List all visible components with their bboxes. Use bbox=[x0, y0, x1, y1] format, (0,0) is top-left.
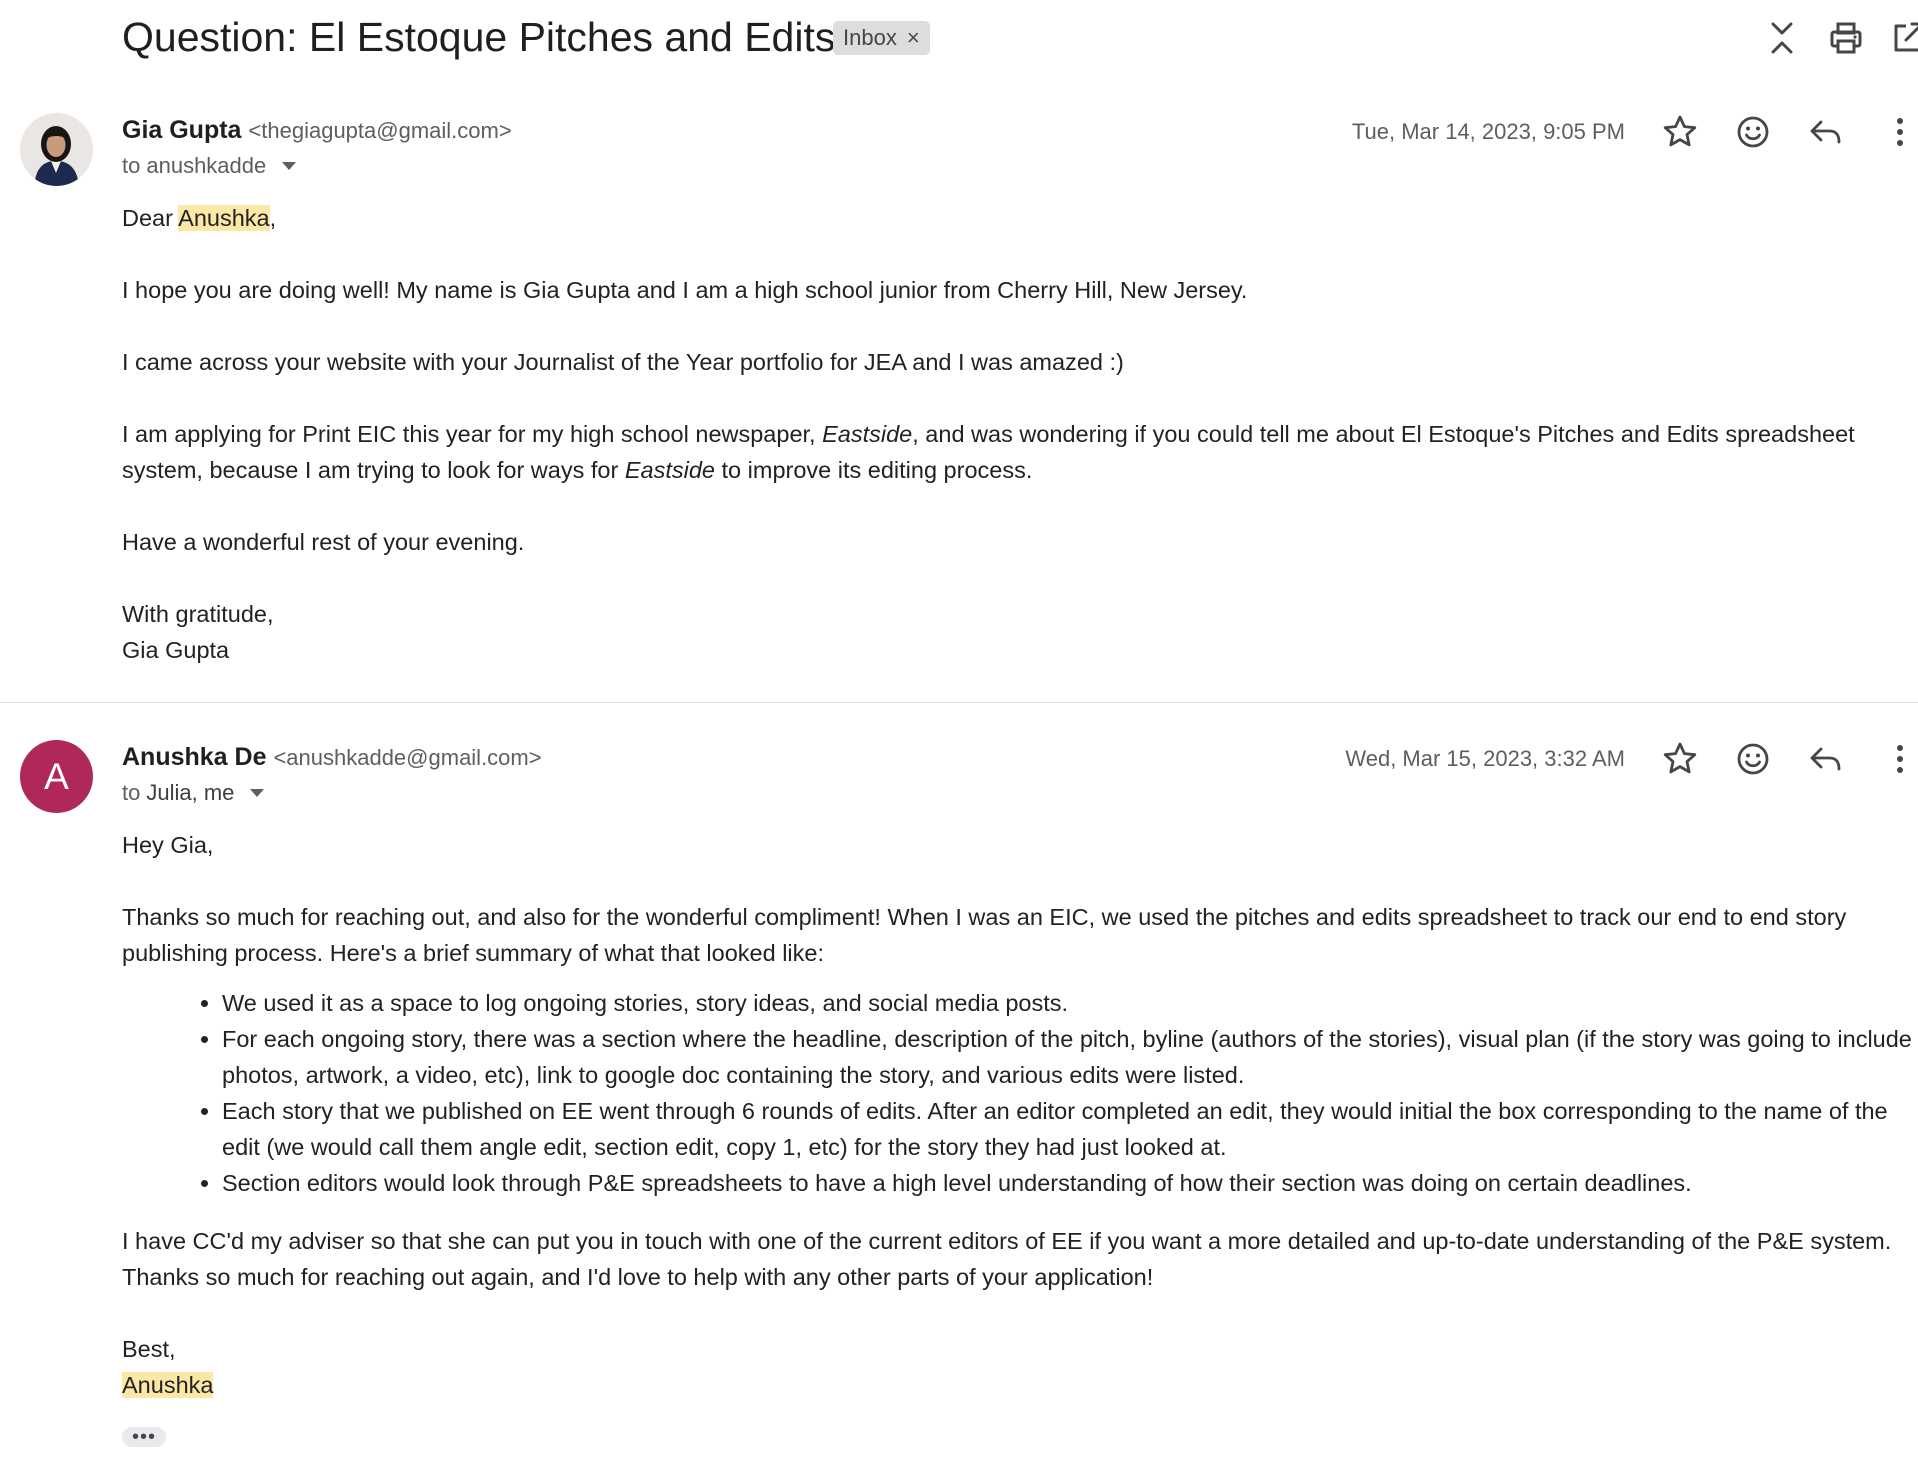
reply-icon[interactable] bbox=[1806, 112, 1846, 152]
reply-icon[interactable] bbox=[1806, 739, 1846, 779]
sender-line: Anushka De <anushkadde@gmail.com> bbox=[122, 741, 542, 774]
recipients: anushkadde bbox=[146, 153, 267, 178]
highlighted-name: Anushka bbox=[122, 1372, 214, 1398]
paragraph: I came across your website with your Jou… bbox=[122, 349, 1124, 375]
list-item: Each story that we published on EE went … bbox=[222, 1093, 1917, 1165]
avatar[interactable]: A bbox=[20, 740, 93, 813]
paragraph: Have a wonderful rest of your evening. bbox=[122, 529, 525, 555]
more-options-icon[interactable] bbox=[1880, 739, 1918, 779]
paragraph: I am applying for Print EIC this year fo… bbox=[122, 421, 1855, 483]
list-item: For each ongoing story, there was a sect… bbox=[222, 1021, 1917, 1093]
paragraph: Thanks so much for reaching out, and als… bbox=[122, 904, 1847, 966]
more-options-icon[interactable] bbox=[1880, 112, 1918, 152]
sender-name[interactable]: Anushka De bbox=[122, 743, 266, 771]
highlighted-name: Anushka bbox=[178, 205, 270, 231]
list-item: We used it as a space to log ongoing sto… bbox=[222, 985, 1917, 1021]
paragraph: I hope you are doing well! My name is Gi… bbox=[122, 277, 1248, 303]
show-details-icon[interactable] bbox=[282, 162, 297, 170]
label-text: Inbox bbox=[843, 25, 897, 50]
thread-subject: Question: El Estoque Pitches and Edits bbox=[122, 14, 836, 60]
thread-header: Question: El Estoque Pitches and Edits I… bbox=[0, 0, 1918, 80]
add-reaction-icon[interactable] bbox=[1733, 112, 1773, 152]
sender-email: <anushkadde@gmail.com> bbox=[273, 745, 542, 770]
email-thread: Question: El Estoque Pitches and Edits I… bbox=[0, 0, 1918, 1474]
add-reaction-icon[interactable] bbox=[1733, 739, 1773, 779]
inbox-label-chip[interactable]: Inbox × bbox=[833, 21, 930, 55]
star-icon[interactable] bbox=[1660, 739, 1700, 779]
collapse-all-icon[interactable] bbox=[1762, 18, 1802, 58]
bullet-list: We used it as a space to log ongoing sto… bbox=[122, 985, 1917, 1201]
message-body: Hey Gia, Thanks so much for reaching out… bbox=[122, 827, 1917, 1453]
message-divider bbox=[0, 702, 1918, 703]
greeting: Hey Gia, bbox=[122, 832, 214, 858]
sign-off: With gratitude, Gia Gupta bbox=[122, 601, 274, 663]
recipients-line[interactable]: to anushkadde bbox=[122, 152, 297, 180]
message-body: Dear Anushka, I hope you are doing well!… bbox=[122, 200, 1917, 668]
avatar[interactable] bbox=[20, 113, 93, 186]
message-date: Wed, Mar 15, 2023, 3:32 AM bbox=[1345, 746, 1625, 771]
show-trimmed-content-button[interactable]: ••• bbox=[122, 1427, 166, 1447]
recipients: Julia, me bbox=[146, 780, 235, 805]
to-prefix: to bbox=[122, 153, 141, 178]
to-prefix: to bbox=[122, 780, 141, 805]
print-icon[interactable] bbox=[1826, 18, 1866, 58]
paragraph: I have CC'd my adviser so that she can p… bbox=[122, 1228, 1892, 1290]
sign-off: Best, Anushka bbox=[122, 1336, 214, 1398]
list-item: Section editors would look through P&E s… bbox=[222, 1165, 1917, 1201]
open-in-new-window-icon[interactable] bbox=[1888, 18, 1918, 58]
sender-line: Gia Gupta <thegiagupta@gmail.com> bbox=[122, 114, 512, 147]
star-icon[interactable] bbox=[1660, 112, 1700, 152]
remove-label-icon[interactable]: × bbox=[907, 27, 920, 49]
recipients-line[interactable]: to Julia, me bbox=[122, 779, 265, 807]
sender-email: <thegiagupta@gmail.com> bbox=[248, 118, 512, 143]
message-date: Tue, Mar 14, 2023, 9:05 PM bbox=[1351, 119, 1625, 144]
sender-name[interactable]: Gia Gupta bbox=[122, 116, 241, 144]
greeting: Dear Anushka, bbox=[122, 205, 277, 231]
show-details-icon[interactable] bbox=[250, 789, 265, 797]
